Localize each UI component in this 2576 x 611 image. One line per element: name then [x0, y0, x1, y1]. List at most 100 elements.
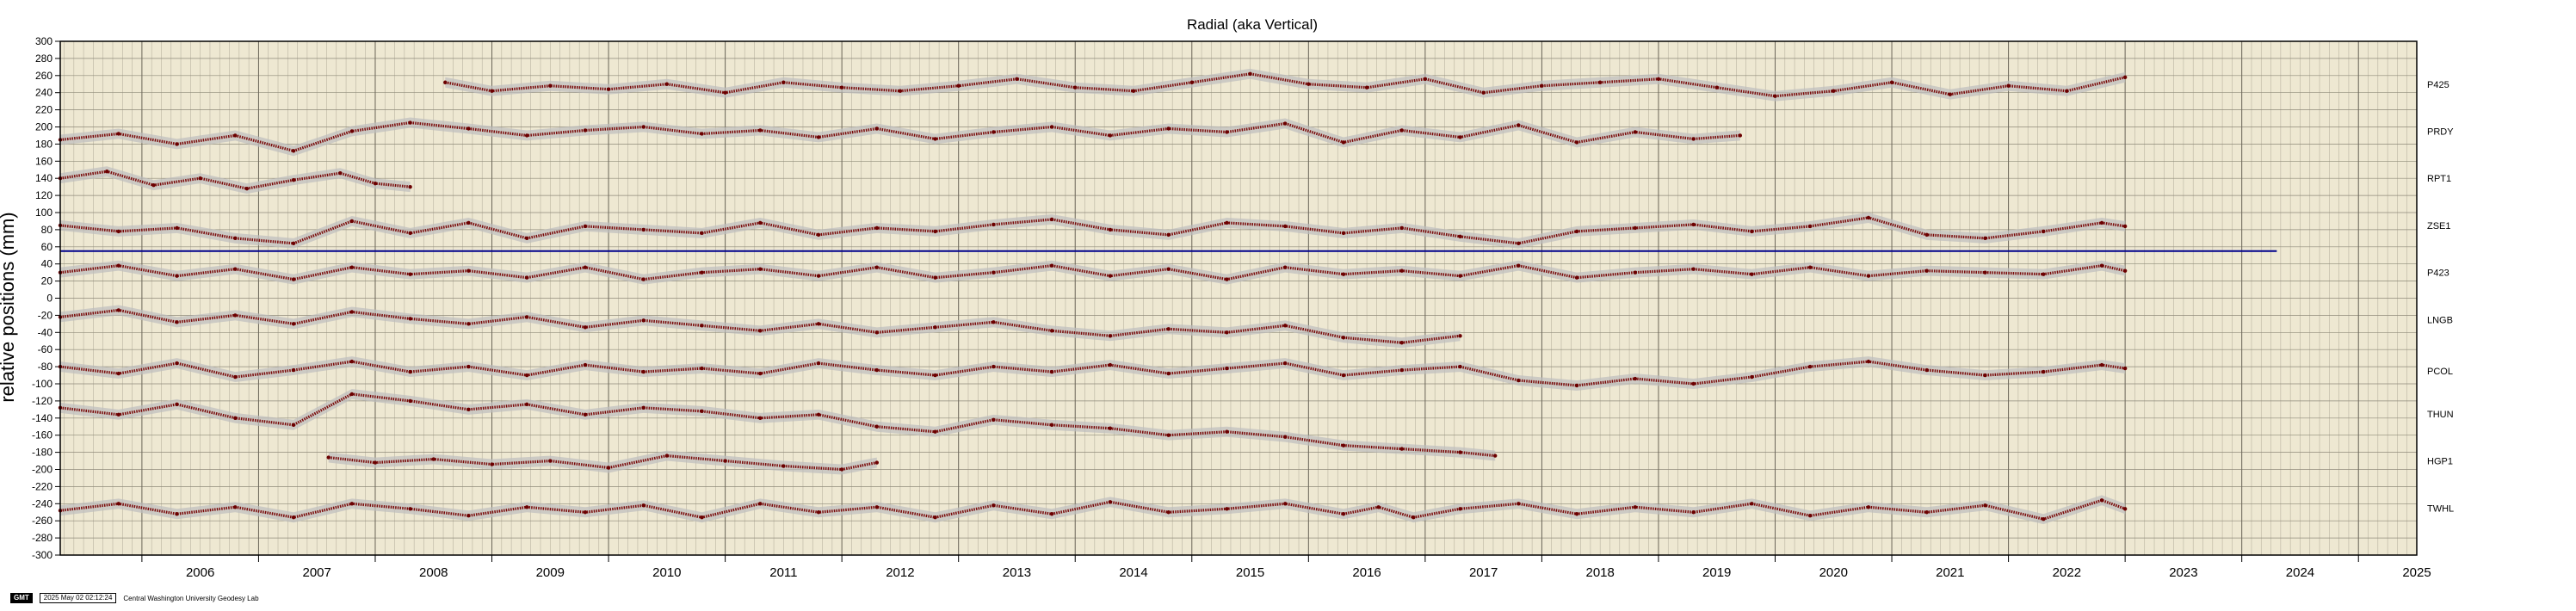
data-point — [641, 318, 646, 323]
data-point — [583, 265, 588, 269]
data-point — [349, 265, 355, 269]
data-point — [2042, 229, 2046, 234]
data-point — [933, 325, 937, 330]
data-point — [2122, 75, 2128, 79]
data-point — [1750, 272, 1754, 276]
data-point — [291, 423, 296, 427]
y-tick-label: -60 — [38, 343, 53, 355]
data-point — [408, 369, 412, 374]
data-point — [1341, 373, 1346, 378]
data-point — [1341, 336, 1346, 340]
data-point — [1166, 127, 1171, 131]
data-point — [816, 322, 821, 326]
y-tick-label: 60 — [41, 241, 53, 253]
data-point — [1656, 77, 1661, 81]
y-tick-label: -220 — [32, 480, 53, 492]
data-point — [1540, 83, 1544, 88]
data-point — [1399, 128, 1404, 133]
data-point — [1481, 90, 1486, 95]
data-point — [874, 505, 880, 509]
data-point — [664, 454, 670, 458]
series-label: THUN — [2427, 410, 2454, 420]
data-point — [1341, 443, 1346, 447]
data-point — [2099, 220, 2104, 225]
data-point — [1517, 123, 1521, 127]
data-point — [1049, 329, 1054, 333]
data-point — [1166, 433, 1171, 437]
data-point — [700, 366, 704, 371]
data-point — [1691, 137, 1696, 141]
gmt-logo: GMT — [10, 593, 33, 603]
data-point — [1049, 369, 1054, 374]
data-point — [781, 80, 786, 84]
data-point — [1458, 274, 1462, 278]
data-point — [2122, 224, 2128, 229]
data-point — [1633, 130, 1638, 134]
data-point — [1423, 77, 1428, 81]
data-point — [991, 417, 996, 422]
data-point — [198, 176, 202, 181]
y-tick-label: -200 — [32, 464, 53, 476]
x-tick-label: 2013 — [1003, 565, 1031, 580]
data-point — [1924, 510, 1929, 515]
series-label: RPT1 — [2427, 174, 2451, 184]
y-tick-label: -100 — [32, 378, 53, 390]
x-tick-label: 2018 — [1586, 565, 1615, 580]
y-tick-label: 180 — [35, 138, 53, 150]
data-point — [116, 229, 120, 234]
data-point — [1108, 362, 1113, 367]
data-point — [1924, 367, 1929, 373]
x-tick-label: 2020 — [1819, 565, 1848, 580]
y-axis-label: relative positions (mm) — [0, 212, 18, 402]
data-point — [1225, 330, 1229, 335]
data-point — [466, 364, 471, 369]
data-point — [408, 507, 412, 511]
data-point — [641, 227, 646, 232]
data-point — [723, 90, 727, 95]
data-point — [874, 367, 880, 373]
data-point — [105, 170, 109, 174]
series-label: P423 — [2427, 268, 2449, 279]
data-point — [175, 142, 179, 146]
data-point — [1376, 505, 1381, 509]
data-point — [583, 362, 588, 367]
data-point — [1049, 512, 1054, 516]
data-point — [583, 325, 588, 330]
data-point — [781, 464, 786, 468]
x-tick-label: 2007 — [303, 565, 331, 580]
data-point — [524, 236, 529, 241]
data-point — [466, 127, 471, 131]
data-point — [443, 80, 448, 84]
data-point — [758, 267, 763, 271]
x-tick-label: 2012 — [886, 565, 914, 580]
data-point — [175, 361, 179, 366]
data-point — [175, 320, 179, 324]
data-point — [2042, 369, 2046, 374]
data-point — [839, 85, 844, 89]
timestamp: 2025 May 02 02:12:24 — [39, 593, 117, 603]
data-point — [1807, 364, 1813, 369]
data-point — [583, 224, 588, 229]
data-point — [1283, 324, 1288, 328]
data-point — [524, 373, 529, 378]
data-point — [991, 130, 996, 134]
data-point — [700, 231, 704, 236]
chart-title: Radial (aka Vertical) — [1187, 16, 1318, 33]
data-point — [991, 320, 996, 324]
data-point — [175, 274, 179, 278]
data-point — [2099, 263, 2104, 268]
data-point — [1225, 277, 1229, 281]
data-point — [1691, 267, 1696, 271]
data-point — [1773, 94, 1777, 98]
data-point — [700, 409, 704, 414]
data-point — [408, 317, 412, 321]
data-point — [874, 330, 880, 335]
data-point — [116, 132, 120, 136]
data-point — [1108, 500, 1113, 504]
data-point — [1073, 85, 1078, 89]
x-tick-label: 2009 — [536, 565, 565, 580]
data-point — [349, 129, 355, 133]
data-point — [291, 277, 296, 281]
data-point — [1307, 82, 1311, 86]
data-point — [2122, 507, 2128, 511]
